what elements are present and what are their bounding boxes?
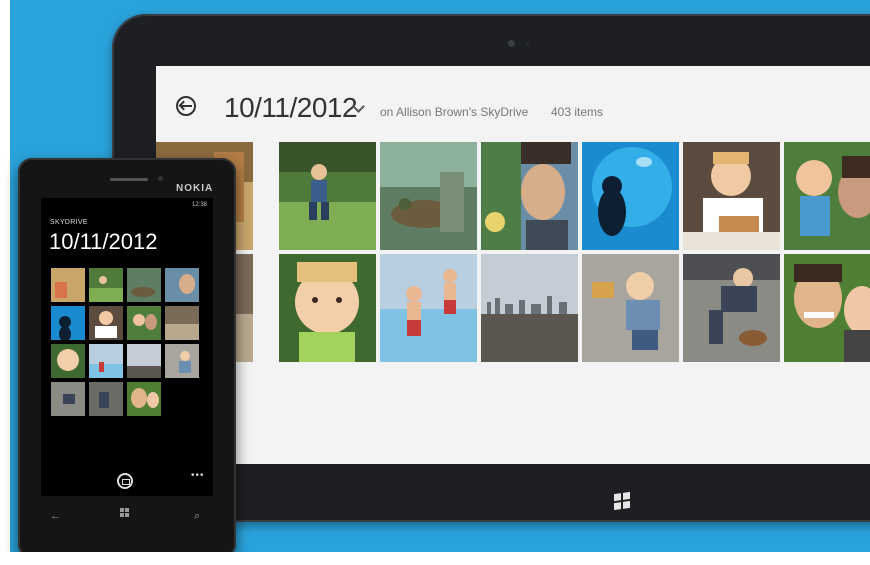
photo-thumbnail[interactable] (51, 268, 85, 302)
photo-tile[interactable] (683, 142, 780, 250)
photo-thumbnail[interactable] (51, 382, 85, 416)
photo-thumbnail[interactable] (165, 344, 199, 378)
photo-thumbnail[interactable] (127, 306, 161, 340)
photo-thumbnail[interactable] (89, 306, 123, 340)
photo-tile[interactable] (380, 254, 477, 362)
back-arrow-icon[interactable]: ← (50, 510, 61, 522)
tablet-screen: 10/11/2012 on Allison Brown's SkyDrive 4… (156, 66, 870, 464)
search-icon[interactable]: ⌕ (194, 510, 200, 523)
item-count: 403 items (551, 105, 604, 119)
tablet-sensor (526, 42, 529, 45)
photo-tile[interactable] (582, 142, 679, 250)
photo-tile[interactable] (784, 254, 870, 362)
photo-thumbnail[interactable] (89, 344, 123, 378)
phone-brand-logo: NOKIA (176, 183, 214, 194)
location-text: on Allison Brown's SkyDrive (380, 105, 529, 119)
stage: 10/11/2012 on Allison Brown's SkyDrive 4… (0, 0, 870, 565)
phone-device: NOKIA 12:38 SKYDRIVE 10/11/2012 ••• ← ⌕ (18, 158, 236, 558)
photo-thumbnail[interactable] (89, 268, 123, 302)
select-icon[interactable] (117, 473, 133, 489)
phone-camera (158, 176, 163, 181)
back-arrow-icon[interactable] (176, 96, 196, 116)
photo-thumbnail[interactable] (127, 382, 161, 416)
windows-logo-icon[interactable] (120, 508, 130, 518)
photo-tile[interactable] (481, 142, 578, 250)
phone-screen: 12:38 SKYDRIVE 10/11/2012 ••• (41, 198, 213, 496)
photo-tile[interactable] (481, 254, 578, 362)
page-title[interactable]: 10/11/2012 (224, 92, 358, 124)
tablet-camera (508, 40, 515, 47)
photo-thumbnail[interactable] (89, 382, 123, 416)
photo-thumbnail[interactable] (51, 306, 85, 340)
photo-thumbnail[interactable] (127, 268, 161, 302)
page-title: 10/11/2012 (49, 229, 158, 254)
photo-thumbnail[interactable] (165, 306, 199, 340)
app-label: SKYDRIVE (50, 219, 88, 226)
photo-tile[interactable] (582, 254, 679, 362)
status-time: 12:38 (191, 202, 207, 208)
more-options-icon[interactable]: ••• (191, 470, 205, 481)
photo-tile[interactable] (380, 142, 477, 250)
photo-thumbnail[interactable] (127, 344, 161, 378)
photo-tile[interactable] (279, 142, 376, 250)
photo-thumbnail[interactable] (165, 268, 199, 302)
photo-tile[interactable] (279, 254, 376, 362)
phone-speaker (110, 178, 148, 181)
photo-tile[interactable] (784, 142, 870, 250)
windows-logo-icon[interactable] (614, 491, 630, 511)
photo-tile[interactable] (683, 254, 780, 362)
photo-thumbnail[interactable] (51, 344, 85, 378)
